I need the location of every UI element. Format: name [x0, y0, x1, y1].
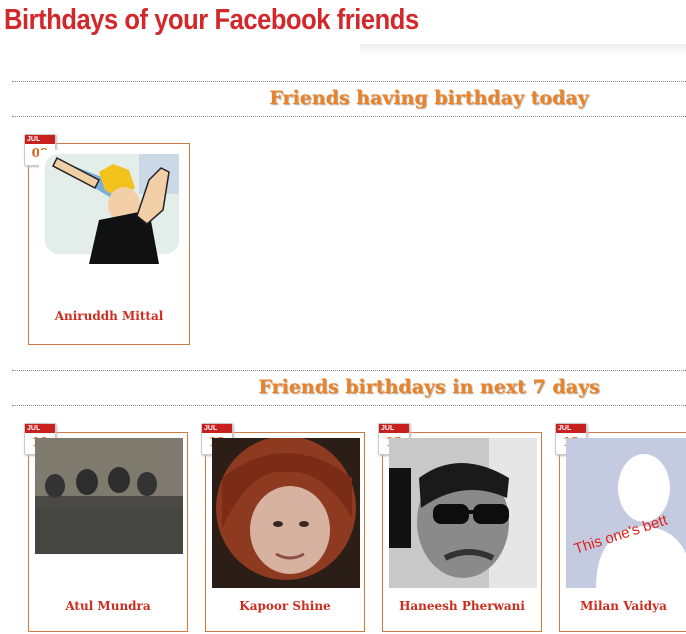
friend-name[interactable]: Aniruddh Mittal: [29, 309, 189, 323]
friend-card[interactable]: JUL 13 This one's bett Milan Vaidya: [555, 423, 686, 632]
friend-avatar[interactable]: This one's bett: [566, 438, 686, 588]
friend-card[interactable]: JUL 09 Aniruddh Mittal: [24, 134, 190, 345]
friend-avatar[interactable]: [39, 150, 185, 264]
section-header: Friends birthdays in next 7 days: [12, 370, 686, 406]
friend-card[interactable]: JUL 13 Haneesh Pherwani: [378, 423, 542, 632]
friend-card[interactable]: JUL 10 Atul Mundra: [24, 423, 188, 632]
calendar-month: JUL: [25, 135, 55, 144]
friend-avatar[interactable]: [35, 438, 183, 554]
section-next-7-days: Friends birthdays in next 7 days: [12, 370, 686, 406]
title-shadow: [360, 44, 686, 56]
section-today: Friends having birthday today: [12, 81, 686, 117]
section-header: Friends having birthday today: [12, 81, 686, 117]
friend-avatar[interactable]: [212, 438, 360, 588]
calendar-month: JUL: [379, 424, 409, 433]
section-title-next-7-days: Friends birthdays in next 7 days: [258, 376, 600, 398]
friend-name[interactable]: Atul Mundra: [29, 599, 187, 613]
friend-card[interactable]: JUL 12 Kapoor Shine: [201, 423, 365, 632]
section-title-today: Friends having birthday today: [269, 87, 589, 109]
calendar-month: JUL: [202, 424, 232, 433]
calendar-month: JUL: [25, 424, 55, 433]
friend-avatar[interactable]: [389, 438, 537, 588]
friend-name[interactable]: Kapoor Shine: [206, 599, 364, 613]
friend-name[interactable]: Milan Vaidya: [560, 599, 686, 613]
calendar-month: JUL: [556, 424, 586, 433]
friend-name[interactable]: Haneesh Pherwani: [383, 599, 541, 613]
page-title: Birthdays of your Facebook friends: [4, 4, 419, 36]
